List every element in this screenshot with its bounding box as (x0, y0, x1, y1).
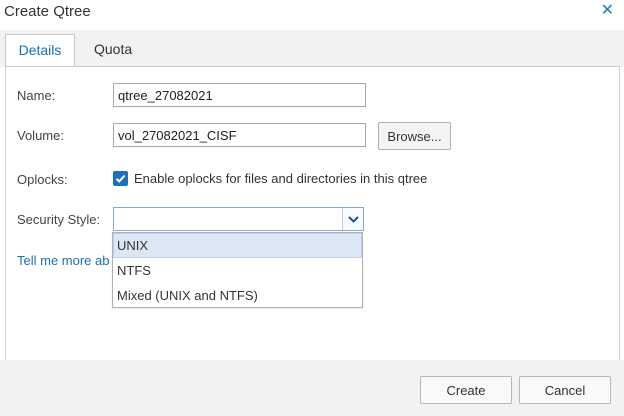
oplocks-checkbox-label[interactable]: Enable oplocks for files and directories… (134, 171, 427, 186)
dropdown-option-ntfs[interactable]: NTFS (113, 258, 362, 283)
close-icon[interactable]: ✕ (601, 0, 614, 20)
tab-strip: Details Quota (0, 30, 624, 67)
security-style-label: Security Style: (17, 212, 101, 227)
dropdown-option-mixed[interactable]: Mixed (UNIX and NTFS) (113, 283, 362, 308)
security-style-select[interactable] (113, 207, 364, 231)
name-label: Name: (17, 88, 56, 103)
oplocks-checkbox[interactable] (113, 171, 128, 186)
select-arrow-button[interactable] (342, 208, 363, 230)
cancel-button[interactable]: Cancel (519, 376, 611, 404)
tab-details[interactable]: Details (5, 34, 75, 67)
oplocks-label: Oplocks: (17, 172, 68, 187)
chevron-down-icon (348, 216, 359, 223)
dialog-footer: Create Cancel (0, 360, 624, 416)
dropdown-option-unix[interactable]: UNIX (113, 233, 362, 258)
security-style-dropdown: UNIX NTFS Mixed (UNIX and NTFS) (112, 232, 363, 308)
create-button[interactable]: Create (420, 376, 512, 404)
volume-field[interactable]: vol_27082021_CISF (113, 123, 366, 147)
dialog-title: Create Qtree (4, 3, 91, 20)
tab-quota[interactable]: Quota (94, 34, 132, 64)
volume-label: Volume: (17, 128, 64, 143)
dialog-titlebar: Create Qtree ✕ (0, 0, 624, 30)
checkmark-icon (115, 174, 126, 183)
name-field[interactable]: qtree_27082021 (113, 83, 366, 107)
tell-me-more-link[interactable]: Tell me more ab (17, 253, 113, 268)
browse-button[interactable]: Browse... (378, 122, 451, 150)
